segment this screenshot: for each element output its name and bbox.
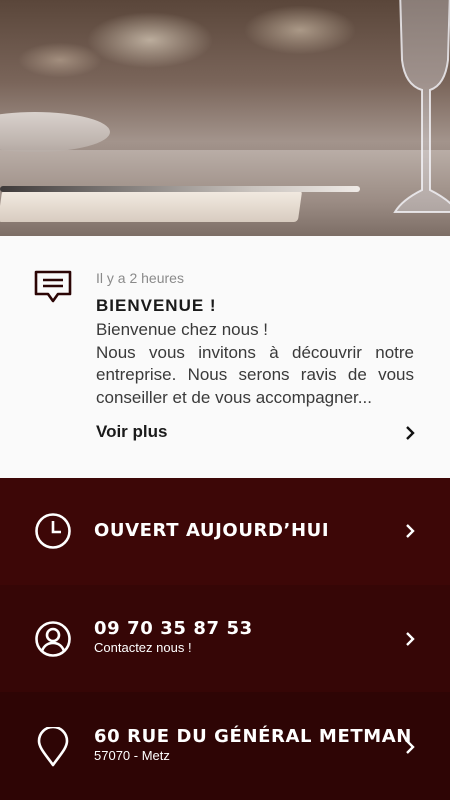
address-city: 57070 - Metz — [94, 748, 170, 763]
chevron-right-icon[interactable] — [404, 425, 416, 441]
clock-icon — [35, 513, 71, 549]
hero-napkin — [0, 190, 303, 222]
hero-knife — [0, 186, 360, 192]
address-street: 60 RUE DU GÉNÉRAL METMAN — [94, 726, 412, 747]
hero-plate — [0, 112, 110, 152]
location-pin-icon — [37, 727, 69, 767]
phone-number: 09 70 35 87 53 — [94, 618, 253, 639]
user-icon — [35, 621, 71, 657]
news-timestamp: Il y a 2 heures — [96, 270, 184, 286]
phone-subtitle: Contactez nous ! — [94, 640, 192, 655]
news-title: BIENVENUE ! — [96, 296, 217, 315]
chevron-right-icon[interactable] — [404, 739, 416, 755]
see-more-link[interactable]: Voir plus — [96, 422, 167, 442]
chevron-right-icon[interactable] — [404, 523, 416, 539]
hero-image — [0, 0, 450, 236]
opening-hours-title: OUVERT AUJOURD’HUI — [94, 520, 330, 541]
message-icon — [34, 270, 72, 303]
chevron-right-icon[interactable] — [404, 631, 416, 647]
hero-wine-glass — [393, 0, 450, 213]
news-body: Bienvenue chez nous ! Nous vous invitons… — [96, 320, 414, 407]
